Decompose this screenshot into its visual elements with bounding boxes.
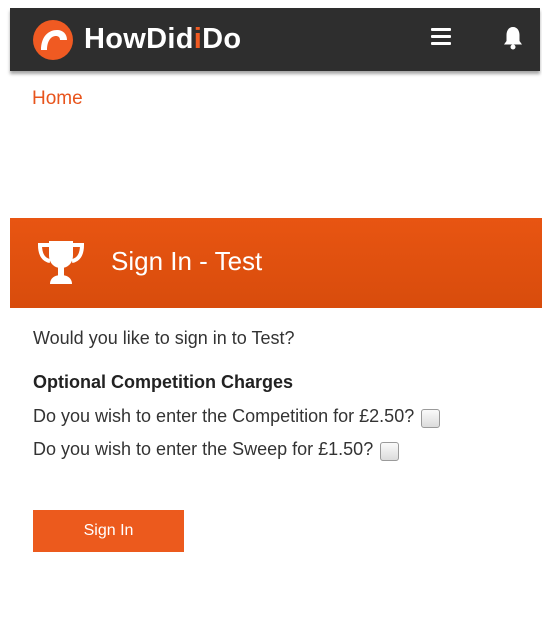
breadcrumb-home-link[interactable]: Home: [32, 88, 83, 110]
hamburger-menu-icon[interactable]: [431, 28, 451, 46]
trophy-icon: [37, 241, 85, 284]
app-header: HowDidiDo: [10, 8, 540, 71]
competition-label: Do you wish to enter the Competition for…: [33, 406, 415, 426]
sweep-label: Do you wish to enter the Sweep for £1.50…: [33, 439, 374, 459]
charges-heading: Optional Competition Charges: [33, 372, 294, 392]
logo-icon: [33, 20, 73, 60]
logo-text-part1: HowDid: [84, 23, 194, 55]
competition-option: Do you wish to enter the Competition for…: [33, 405, 441, 428]
logo-text-accent: i: [193, 23, 203, 55]
bell-icon[interactable]: [501, 25, 525, 51]
sign-in-question: Would you like to sign in to Test?: [33, 328, 295, 348]
sweep-checkbox[interactable]: [380, 442, 400, 461]
app-logo[interactable]: HowDidiDo: [84, 22, 241, 56]
logo-text-part2: Do: [202, 23, 242, 55]
sign-in-banner: Sign In - Test: [10, 218, 542, 308]
competition-checkbox[interactable]: [421, 409, 441, 428]
sign-in-button[interactable]: Sign In: [33, 510, 184, 552]
sweep-option: Do you wish to enter the Sweep for £1.50…: [33, 438, 400, 461]
page-title: Sign In - Test: [111, 246, 263, 276]
